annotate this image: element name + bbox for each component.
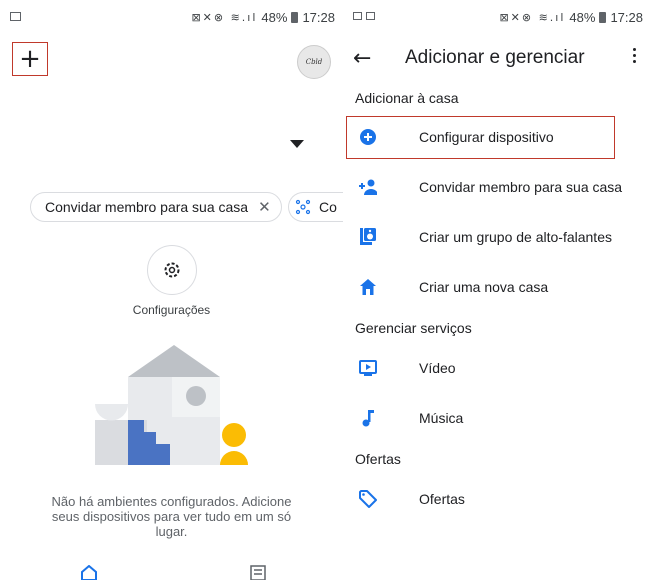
menu-item-label: Criar uma nova casa: [419, 279, 549, 295]
menu-item-label: Música: [419, 410, 464, 426]
clock: 17:28: [610, 10, 643, 25]
empty-home-illustration: [95, 345, 248, 465]
second-chip[interactable]: Co: [288, 192, 343, 222]
menu-item-label: Vídeo: [419, 360, 456, 376]
speaker-group-icon: [360, 228, 376, 245]
more-options-icon[interactable]: [633, 48, 637, 66]
app-bar: ← Adicionar e gerenciar: [343, 42, 651, 76]
home-icon: [360, 279, 376, 295]
invite-member-chip[interactable]: Convidar membro para sua casa ✕: [30, 192, 282, 222]
empty-state-message: Não há ambientes configurados. Adicione …: [51, 494, 292, 539]
menu-item-video[interactable]: Vídeo: [343, 353, 651, 383]
section-offers: Ofertas: [355, 451, 401, 467]
tag-icon: [359, 490, 377, 508]
status-bar: ⊠✕⊗ ≋.ıl 48% 17:28: [343, 0, 651, 36]
home-tab-icon[interactable]: [80, 565, 98, 580]
add-circle-icon: [360, 129, 376, 145]
settings-label: Configurações: [132, 303, 211, 317]
clock: 17:28: [302, 10, 335, 25]
home-dropdown-arrow-icon[interactable]: [290, 140, 304, 148]
settings-button[interactable]: [147, 245, 197, 295]
menu-item-invite-member[interactable]: Convidar membro para sua casa: [343, 172, 651, 202]
menu-item-new-home[interactable]: Criar uma nova casa: [343, 272, 651, 302]
back-arrow-icon[interactable]: ←: [353, 46, 371, 71]
close-icon[interactable]: ✕: [258, 198, 271, 216]
invite-member-chip-label: Convidar membro para sua casa: [45, 199, 249, 215]
menu-item-offers[interactable]: Ofertas: [343, 484, 651, 514]
menu-item-label: Criar um grupo de alto-falantes: [419, 229, 612, 245]
video-icon: [359, 360, 377, 376]
gear-icon: [164, 262, 180, 278]
status-icons: ⊠✕⊗ ≋.ıl: [191, 11, 258, 24]
menu-item-label: Ofertas: [419, 491, 465, 507]
notification-icon: [366, 12, 375, 20]
network-icon: [295, 199, 311, 215]
notification-icon: [10, 12, 21, 21]
section-add-to-home: Adicionar à casa: [355, 90, 459, 106]
person-add-icon: [359, 179, 377, 195]
feed-tab-icon[interactable]: [250, 565, 266, 580]
add-button[interactable]: +: [12, 42, 48, 76]
menu-item-setup-device[interactable]: Configurar dispositivo: [343, 122, 651, 152]
battery-icon: [599, 12, 607, 23]
menu-item-label: Convidar membro para sua casa: [419, 179, 623, 195]
music-note-icon: [362, 410, 374, 427]
battery-percent: 48%: [569, 10, 596, 25]
avatar[interactable]: Cbld: [297, 45, 331, 79]
home-screen: ⊠✕⊗ ≋.ıl 48% 17:28 + Cbld Convidar membr…: [0, 0, 343, 580]
menu-item-music[interactable]: Música: [343, 403, 651, 433]
battery-icon: [291, 12, 299, 23]
menu-item-speaker-group[interactable]: Criar um grupo de alto-falantes: [343, 222, 651, 252]
page-title: Adicionar e gerenciar: [405, 47, 585, 68]
status-bar: ⊠✕⊗ ≋.ıl 48% 17:28: [0, 0, 343, 36]
image-icon: [353, 12, 362, 20]
battery-percent: 48%: [261, 10, 288, 25]
section-manage-services: Gerenciar serviços: [355, 320, 472, 336]
second-chip-label: Co: [319, 199, 337, 215]
status-icons: ⊠✕⊗ ≋.ıl: [499, 11, 566, 24]
menu-item-label: Configurar dispositivo: [419, 129, 554, 145]
add-and-manage-screen: ⊠✕⊗ ≋.ıl 48% 17:28 ← Adicionar e gerenci…: [343, 0, 651, 580]
